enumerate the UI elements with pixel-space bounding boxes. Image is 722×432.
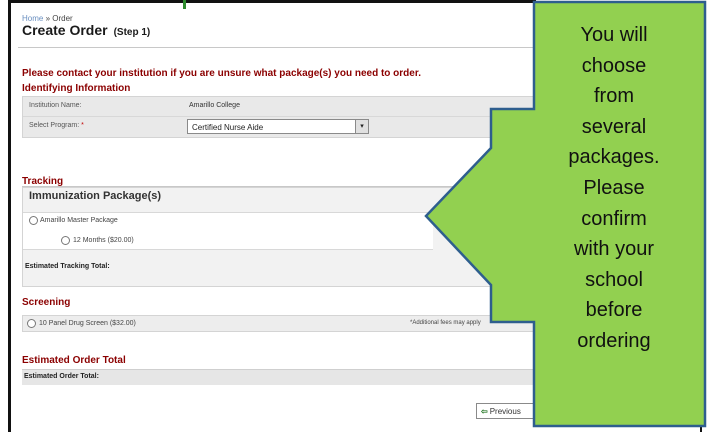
screening-heading: Screening <box>22 297 71 308</box>
identifying-table: Institution Name: Amarillo College Selec… <box>22 96 542 138</box>
callout-line: with your <box>573 238 655 261</box>
callout-outline-right <box>700 26 702 432</box>
pointer-cursor <box>183 0 186 9</box>
callout-line: packages. <box>568 146 660 169</box>
frame-border-left <box>8 0 11 432</box>
callout-line: several <box>581 115 647 138</box>
callout-line: confirm <box>581 207 647 230</box>
package-radio[interactable] <box>29 216 38 225</box>
page-title: Create Order (Step 1) <box>22 22 150 38</box>
step-indicator: (Step 1) <box>113 27 151 38</box>
callout-line: ordering <box>577 329 651 352</box>
program-select-value: Certified Nurse Aide <box>192 123 264 132</box>
package-options: Amarillo Master Package 12 Months ($20.0… <box>23 212 433 250</box>
frame-border-top <box>8 0 536 3</box>
program-label: Select Program: * <box>29 122 84 129</box>
callout-line: from <box>594 85 634 108</box>
twelve-months-option: 12 Months ($20.00) <box>73 237 134 244</box>
required-marker: * <box>81 122 84 129</box>
page-title-text: Create Order <box>22 22 108 38</box>
program-label-text: Select Program: <box>29 122 80 129</box>
package-name: Amarillo Master Package <box>40 217 118 224</box>
institution-label: Institution Name: <box>29 102 82 109</box>
callout-line: choose <box>581 54 647 77</box>
callout-line: school <box>585 268 643 291</box>
drug-screen-radio[interactable] <box>27 319 36 328</box>
program-row: Select Program: * Certified Nurse Aide ▾ <box>23 117 541 137</box>
identifying-heading: Identifying Information <box>22 83 131 94</box>
previous-button-label: Previous <box>489 407 521 416</box>
order-total-heading: Estimated Order Total <box>22 355 126 366</box>
callout-line: before <box>585 299 643 322</box>
twelve-months-radio[interactable] <box>61 236 70 245</box>
order-total-bar: Estimated Order Total: <box>22 369 542 385</box>
callout-line: Please <box>583 176 645 199</box>
title-divider <box>18 47 538 48</box>
order-total-label: Estimated Order Total: <box>24 373 99 380</box>
callout-message: You will choose from several packages. P… <box>534 20 694 420</box>
callout-line: You will <box>580 24 648 46</box>
program-select[interactable]: Certified Nurse Aide ▾ <box>187 119 369 134</box>
immunization-title: Immunization Package(s) <box>29 190 162 202</box>
load-package-button[interactable]: Load Package <box>497 137 537 153</box>
previous-button[interactable]: ⇦ Previous <box>476 403 538 419</box>
immunization-panel: Immunization Package(s) Amarillo Master … <box>22 187 542 287</box>
fees-note: *Additional fees may apply <box>410 320 481 326</box>
drug-screen-option: 10 Panel Drug Screen ($32.00) <box>39 320 136 327</box>
arrow-left-icon: ⇦ <box>481 407 488 416</box>
institution-value: Amarillo College <box>189 102 240 109</box>
tracking-total-label: Estimated Tracking Total: <box>25 263 110 270</box>
institution-row: Institution Name: Amarillo College <box>23 97 541 117</box>
package-notice: Please contact your institution if you a… <box>22 68 421 79</box>
chevron-down-icon[interactable]: ▾ <box>355 120 368 133</box>
